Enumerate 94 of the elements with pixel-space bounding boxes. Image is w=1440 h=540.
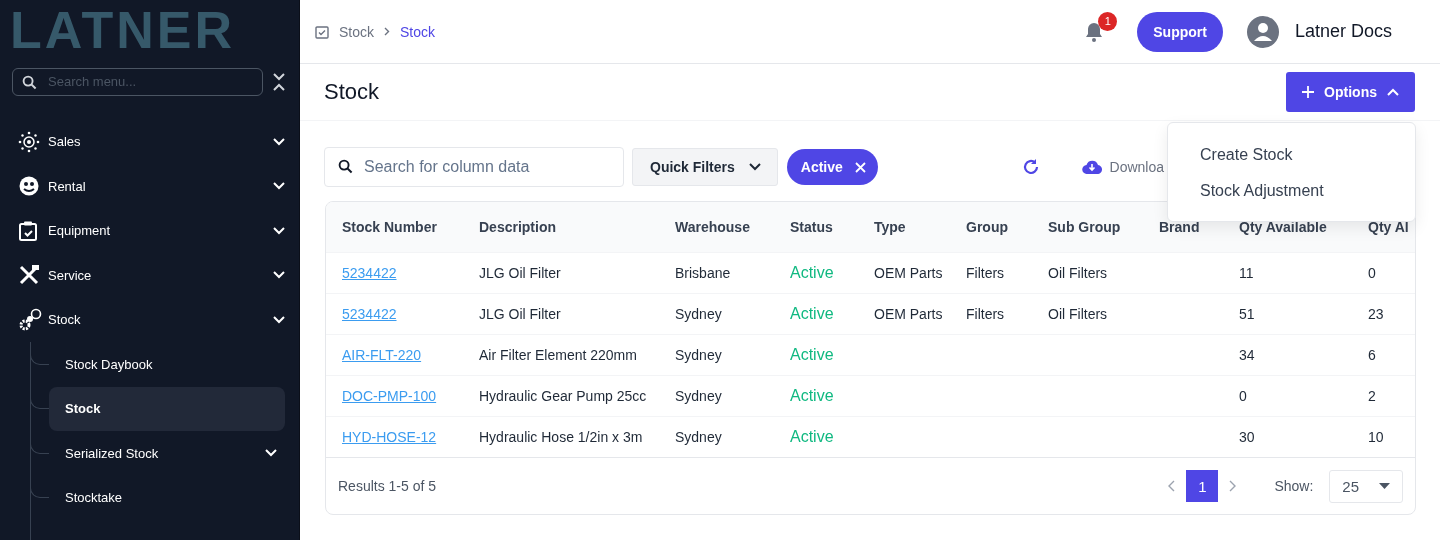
chevron-down-icon bbox=[273, 226, 285, 235]
sidebar-item[interactable]: Stock bbox=[49, 386, 285, 431]
column-header: Sub Group bbox=[1048, 219, 1121, 235]
column-header: Warehouse bbox=[675, 219, 750, 235]
table-cell: 6 bbox=[1368, 347, 1376, 363]
sidebar-item[interactable]: Sales bbox=[18, 119, 285, 164]
collapse-icon[interactable] bbox=[273, 72, 285, 91]
table-cell: 34 bbox=[1239, 347, 1255, 363]
status-text: Active bbox=[790, 387, 834, 405]
table-cell: Sydney bbox=[675, 347, 722, 363]
chevron-right-icon bbox=[384, 27, 390, 36]
status-text: Active bbox=[790, 305, 834, 323]
column-header: Status bbox=[790, 219, 833, 235]
sidebar-item[interactable]: Stock Daybook bbox=[49, 342, 285, 387]
chevron-down-icon bbox=[748, 163, 761, 171]
table-cell: Sydney bbox=[675, 388, 722, 404]
table-cell: 30 bbox=[1239, 429, 1255, 445]
close-icon bbox=[854, 161, 866, 173]
table-cell: Sydney bbox=[675, 306, 722, 322]
show-label: Show: bbox=[1274, 478, 1314, 494]
table-cell: Air Filter Element 220mm bbox=[479, 347, 637, 363]
column-header: Description bbox=[479, 219, 556, 235]
menu-item[interactable]: Create Stock bbox=[1168, 137, 1415, 173]
sidebar-item[interactable]: Service bbox=[18, 253, 285, 298]
status-text: Active bbox=[790, 346, 834, 364]
page-title: Stock bbox=[324, 79, 380, 105]
column-header: Qty Available bbox=[1239, 219, 1327, 235]
status-text: Active bbox=[790, 264, 834, 282]
breadcrumb-link[interactable]: Stock bbox=[400, 23, 436, 40]
chevron-right-icon[interactable] bbox=[1228, 480, 1237, 492]
table-cell: Sydney bbox=[675, 429, 722, 445]
logo: LATNER bbox=[10, 3, 235, 56]
chevron-down-icon bbox=[273, 315, 285, 324]
chevron-down-icon bbox=[273, 137, 285, 146]
cloud-download-icon bbox=[1081, 160, 1102, 174]
chevron-left-icon[interactable] bbox=[1168, 480, 1177, 492]
table-cell: 10 bbox=[1368, 429, 1384, 445]
table-cell: 51 bbox=[1239, 306, 1255, 322]
clipboard-check-icon bbox=[18, 219, 38, 242]
results-count: Results 1-5 of 5 bbox=[338, 478, 437, 494]
breadcrumb-link[interactable]: Stock bbox=[339, 23, 374, 40]
network-icon bbox=[18, 130, 40, 153]
table-cell: Brisbane bbox=[675, 265, 731, 281]
table-cell: OEM Parts bbox=[874, 265, 943, 281]
table-cell: JLG Oil Filter bbox=[479, 306, 561, 322]
table-cell: 0 bbox=[1239, 388, 1247, 404]
column-header: Stock Number bbox=[342, 219, 437, 235]
quick-filters-button[interactable]: Quick Filters bbox=[632, 148, 778, 186]
chevron-down-icon bbox=[273, 182, 285, 191]
status-text: Active bbox=[790, 428, 834, 446]
avatar-icon[interactable] bbox=[1246, 15, 1279, 48]
table-cell: JLG Oil Filter bbox=[479, 265, 561, 281]
column-header: Brand bbox=[1159, 219, 1200, 235]
table-cell: 2 bbox=[1368, 388, 1376, 404]
notification-badge: 1 bbox=[1098, 11, 1118, 31]
options-button[interactable]: Options bbox=[1286, 72, 1415, 112]
search-field[interactable]: Search menu... bbox=[12, 67, 263, 96]
download-link[interactable]: Downloa bbox=[1109, 159, 1164, 175]
table-cell: Hydraulic Hose 1/2in x 3m bbox=[479, 429, 643, 445]
table-cell: Oil Filters bbox=[1048, 306, 1108, 322]
search-icon bbox=[22, 74, 37, 90]
table-cell: 0 bbox=[1368, 265, 1376, 281]
menu-item[interactable]: Stock Adjustment bbox=[1168, 173, 1415, 209]
sidebar-item[interactable]: Stock bbox=[18, 297, 285, 342]
table-cell: Filters bbox=[966, 265, 1005, 281]
column-header: Qty Al bbox=[1368, 219, 1409, 235]
refresh-icon[interactable] bbox=[1021, 158, 1040, 176]
gears-icon bbox=[18, 307, 42, 332]
user-name[interactable]: Latner Docs bbox=[1294, 21, 1392, 42]
bell-icon[interactable] bbox=[1085, 21, 1104, 42]
column-header: Type bbox=[874, 219, 906, 235]
sidebar-item[interactable]: Rental bbox=[18, 164, 285, 209]
page-button[interactable]: 1 bbox=[1186, 470, 1219, 502]
chevron-down-icon bbox=[273, 271, 285, 280]
table-cell: Oil Filters bbox=[1048, 265, 1108, 281]
support-button[interactable]: Support bbox=[1137, 11, 1223, 52]
table-cell: OEM Parts bbox=[874, 306, 943, 322]
table-cell: Filters bbox=[966, 306, 1005, 322]
caret-down-icon bbox=[1379, 483, 1390, 489]
sidebar-item[interactable]: Equipment bbox=[18, 208, 285, 253]
table-cell: 11 bbox=[1239, 265, 1254, 281]
plus-icon bbox=[1302, 86, 1315, 98]
tools-icon bbox=[18, 264, 40, 287]
table-cell: Hydraulic Gear Pump 25cc bbox=[479, 388, 647, 404]
sidebar-item[interactable]: Serialized Stock bbox=[49, 431, 285, 476]
face-icon bbox=[18, 175, 40, 198]
clipboard-check-icon bbox=[315, 24, 329, 39]
filter-chip[interactable]: Active bbox=[786, 149, 878, 185]
chevron-down-icon bbox=[265, 449, 277, 458]
chevron-up-icon bbox=[1387, 88, 1399, 96]
sidebar-item[interactable]: Stocktake bbox=[49, 475, 285, 520]
column-header: Group bbox=[966, 219, 1008, 235]
table-cell: 23 bbox=[1368, 306, 1384, 322]
page-size-select[interactable]: 25 bbox=[1329, 469, 1403, 503]
